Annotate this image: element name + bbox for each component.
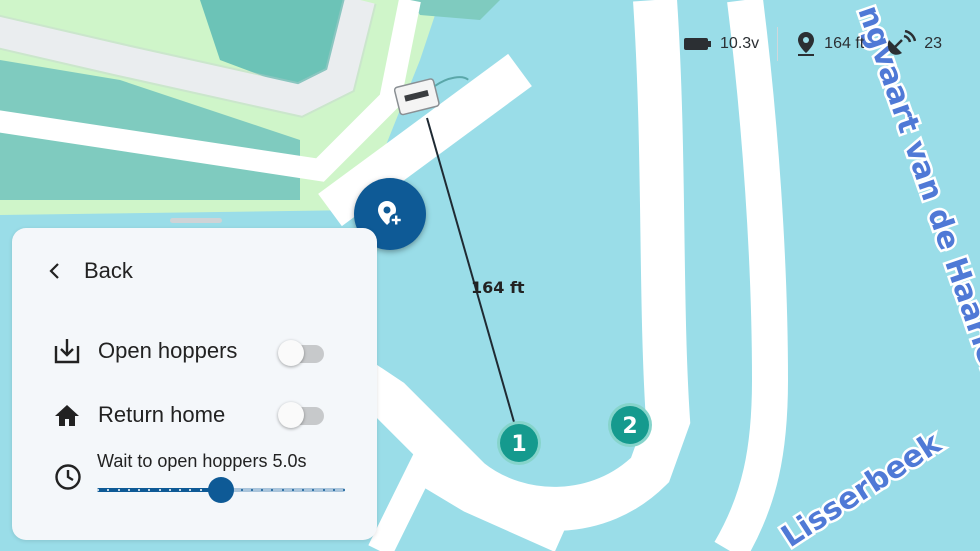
clock-icon (55, 464, 81, 490)
open-hoppers-row: Open hoppers (54, 338, 237, 364)
slider-thumb[interactable] (208, 477, 234, 503)
slider-tick (138, 489, 140, 491)
waypoint-marker-1[interactable]: 1 (497, 421, 541, 465)
status-bar: 10.3v 164 ft 23 (684, 27, 942, 61)
slider-tick (97, 489, 99, 491)
svg-text:1: 1 (511, 432, 526, 457)
svg-text:2: 2 (622, 414, 637, 439)
slider-tick (241, 489, 243, 491)
panel-drag-handle[interactable] (170, 218, 222, 223)
location-pin-icon (798, 32, 815, 56)
slider-tick (333, 489, 335, 491)
slider-tick (261, 489, 263, 491)
return-home-toggle[interactable] (278, 402, 324, 428)
slider-tick (148, 489, 150, 491)
status-divider (777, 27, 779, 61)
battery-status: 10.3v (684, 35, 759, 53)
back-label: Back (84, 258, 133, 283)
slider-tick (159, 489, 161, 491)
home-icon (55, 405, 79, 426)
return-home-row: Return home (54, 402, 225, 428)
battery-icon (684, 38, 712, 50)
slider-tick (251, 489, 253, 491)
distance-value: 164 ft (824, 35, 865, 52)
waypoint-action-panel: Back Open hoppers Return home Wait to op… (12, 228, 377, 540)
distance-status: 164 ft (796, 31, 864, 57)
slider-tick (271, 489, 273, 491)
wait-time-slider[interactable] (97, 477, 345, 503)
return-home-label: Return home (98, 402, 226, 427)
satellites-value: 23 (924, 35, 942, 52)
slider-tick (128, 489, 130, 491)
open-hoppers-toggle[interactable] (278, 340, 324, 366)
slider-tick (302, 489, 304, 491)
slider-tick (118, 489, 120, 491)
distance-label: 164 ft (471, 278, 525, 297)
chevron-left-icon (49, 263, 59, 279)
satellite-dish-icon (888, 30, 917, 55)
slider-tick (200, 489, 202, 491)
slider-tick (107, 489, 109, 491)
slider-tick (292, 489, 294, 491)
download-tray-icon (54, 339, 80, 364)
waypoint-marker-2[interactable]: 2 (608, 403, 652, 447)
open-hoppers-label: Open hoppers (98, 338, 238, 363)
slider-tick (323, 489, 325, 491)
slider-tick (343, 489, 345, 491)
satellite-status: 23 (886, 30, 942, 58)
slider-tick (189, 489, 191, 491)
battery-value: 10.3v (720, 35, 760, 52)
slider-tick (169, 489, 171, 491)
slider-tick (179, 489, 181, 491)
add-location-icon (378, 201, 403, 227)
slider-tick (282, 489, 284, 491)
back-button[interactable]: Back (48, 258, 133, 284)
wait-time-label: Wait to open hoppers 5.0s (97, 451, 307, 471)
slider-tick (312, 489, 314, 491)
